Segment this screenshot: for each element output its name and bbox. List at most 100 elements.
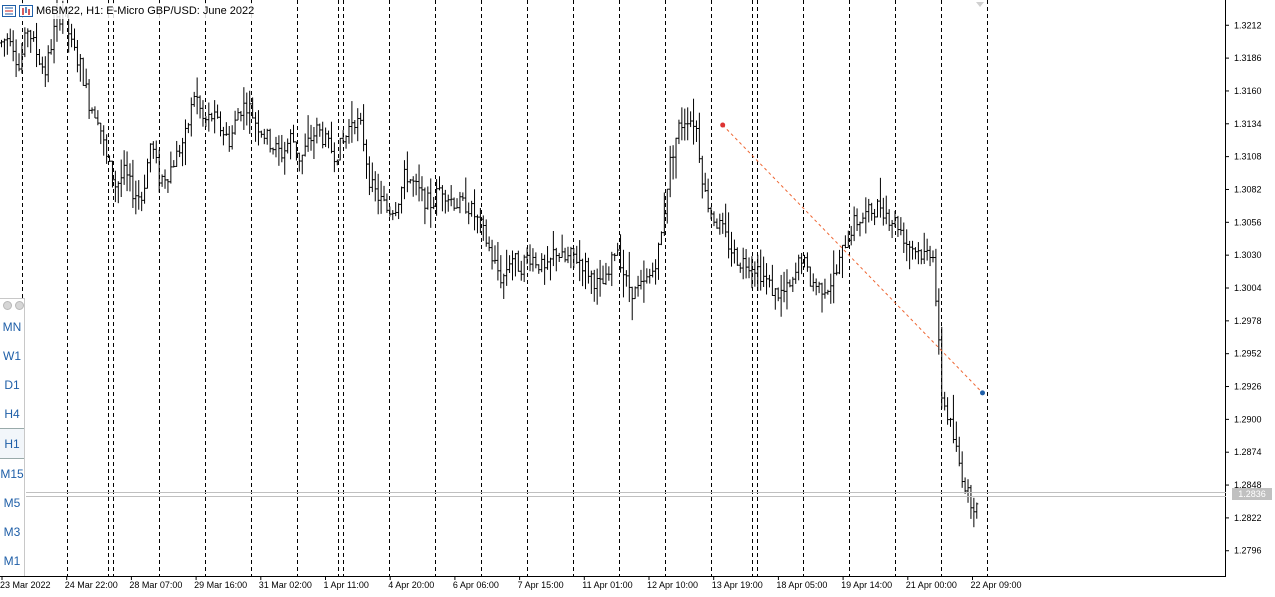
timeframe-d1[interactable]: D1 (0, 370, 24, 399)
timeframe-m3[interactable]: M3 (0, 517, 24, 546)
ohlc-bar (578, 240, 582, 282)
ohlc-bar (683, 108, 687, 141)
ohlc-bar (867, 198, 871, 223)
ohlc-bar (689, 111, 693, 128)
ohlc-bar (516, 250, 520, 272)
y-tick-label: 1.3160 (1234, 86, 1262, 96)
bar-chart-icon[interactable] (19, 5, 33, 17)
timeframe-m15[interactable]: M15 (0, 459, 24, 488)
ohlc-bar (329, 121, 333, 154)
ohlc-bar (90, 107, 94, 114)
ohlc-bar (140, 191, 144, 212)
ohlc-bar (102, 125, 106, 156)
ohlc-bar (148, 143, 152, 173)
ohlc-bar (911, 240, 915, 260)
ohlc-bar (14, 39, 18, 78)
ohlc-bar (843, 235, 847, 249)
ohlc-bar (154, 140, 158, 164)
ohlc-bar (461, 192, 465, 201)
ohlc-bar (575, 245, 579, 264)
ohlc-bar (870, 202, 874, 221)
ohlc-bar (709, 206, 713, 220)
ohlc-bar (221, 126, 225, 146)
y-tick-label: 1.3030 (1234, 250, 1262, 260)
ohlc-bar (715, 218, 719, 229)
price-chart[interactable]: 1.3212 1.3186 1.3160 1.3134 1.3108 1.3082 1.30… (0, 0, 1275, 597)
ohlc-bar (365, 139, 368, 179)
ohlc-bar (686, 107, 690, 141)
ohlc-bar (309, 124, 313, 151)
trend-point-marker[interactable] (720, 122, 726, 128)
ohlc-bar (791, 276, 795, 293)
ohlc-bar (657, 242, 660, 280)
current-price-label: 1.2836 (1232, 488, 1272, 500)
panel-close-icon[interactable] (15, 301, 24, 310)
ohlc-bar (239, 110, 243, 122)
x-tick-label: 21 Apr 00:00 (906, 580, 957, 590)
ohlc-bar (283, 141, 287, 175)
price-bars (0, 0, 979, 528)
ohlc-bar (484, 219, 488, 247)
chart-window-icon[interactable] (2, 5, 16, 17)
ohlc-bar (315, 117, 319, 144)
ohlc-bar (350, 101, 354, 143)
ohlc-bar (481, 215, 485, 241)
ohlc-bar (513, 253, 517, 277)
y-tick-label: 1.2874 (1234, 447, 1262, 457)
x-tick-label: 31 Mar 02:00 (259, 580, 312, 590)
ohlc-bar (525, 247, 529, 265)
ohlc-bar (832, 250, 836, 304)
ohlc-bar (362, 104, 366, 152)
ohlc-bar (166, 179, 170, 193)
ohlc-bar (528, 244, 532, 272)
ohlc-bar (49, 39, 53, 55)
ohlc-bar (230, 125, 234, 150)
ohlc-bar (692, 98, 696, 145)
ohlc-bar (70, 23, 74, 48)
ohlc-bar (829, 273, 833, 304)
timeframe-m5[interactable]: M5 (0, 488, 24, 517)
ohlc-bar (919, 249, 923, 265)
ohlc-bar (794, 262, 798, 284)
ohlc-bar (108, 155, 112, 162)
ohlc-bar (604, 262, 608, 285)
ohlc-bar (271, 147, 275, 155)
timeframe-m1[interactable]: M1 (0, 546, 24, 575)
ohlc-bar (318, 123, 322, 137)
ohlc-bar (697, 112, 701, 163)
ohlc-bar (93, 106, 97, 119)
ohlc-bar (551, 230, 555, 267)
ohlc-bar (624, 270, 628, 287)
ohlc-bar (940, 326, 944, 409)
ohlc-bar (636, 275, 640, 297)
x-tick-label: 29 Mar 16:00 (194, 580, 247, 590)
ohlc-bar (210, 112, 214, 122)
ohlc-bar (767, 274, 771, 288)
panel-handle-icon[interactable] (3, 301, 12, 310)
timeframe-mn[interactable]: MN (0, 312, 24, 341)
ohlc-bar (5, 33, 9, 55)
ohlc-bar (43, 56, 47, 88)
ohlc-bar (99, 122, 103, 145)
ohlc-bar (569, 246, 573, 269)
timeframe-h1[interactable]: H1 (0, 428, 24, 459)
ohlc-bar (931, 250, 935, 263)
ohlc-bar (838, 249, 842, 275)
ohlc-bar (928, 245, 932, 267)
ohlc-bar (537, 264, 541, 274)
ohlc-bar (254, 112, 258, 142)
timeframe-w1[interactable]: W1 (0, 341, 24, 370)
trend-line[interactable] (722, 124, 983, 394)
ohlc-bar (113, 170, 117, 203)
timeframe-h4[interactable]: H4 (0, 399, 24, 428)
ohlc-bar (312, 127, 316, 159)
scroll-marker-icon[interactable] (976, 2, 984, 7)
ohlc-bar (721, 212, 725, 234)
ohlc-bar (46, 45, 50, 83)
ohlc-bar (934, 248, 938, 307)
ohlc-bar (207, 102, 211, 132)
ohlc-bar (467, 202, 471, 225)
ohlc-bar (321, 121, 325, 149)
trend-point-marker[interactable] (980, 390, 985, 396)
ohlc-bar (876, 199, 879, 218)
